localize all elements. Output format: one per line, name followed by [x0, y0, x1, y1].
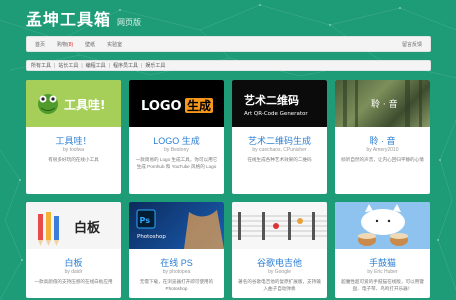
- crumb-separator: |: [54, 62, 56, 69]
- tool-card-toolwa[interactable]: 工具哇! 工具哇！ by toolwa 有很多好玩的在线小工具: [26, 80, 121, 194]
- card-description: 无需下载，在浏览器打开即可使用的 Photoshop: [139, 279, 214, 291]
- nav-item-home[interactable]: 首页: [35, 41, 45, 48]
- nav-item-shopping[interactable]: 购物(8): [57, 41, 73, 48]
- nav-item-shopping-label: 购物: [57, 41, 68, 48]
- thumb-label-b: Art QR-Code Generator: [244, 111, 308, 117]
- tool-card-bongo-cat[interactable]: 手鼓猫 by Eric Huber 超魔性超可爱的手鼓猫在线版，可以用键盘、电子…: [335, 202, 430, 298]
- tool-card-nature-sound[interactable]: 聆 · 音 聆 · 音 by Amery2010 倾听自然的声音，让内心回归平静…: [335, 80, 430, 194]
- crumb-label: 娱乐工具: [145, 63, 166, 69]
- thumb-label-a: 艺术二维码: [244, 93, 299, 107]
- thumb-label: 聆 · 音: [371, 98, 398, 110]
- nav-item-lab[interactable]: 实验室: [107, 41, 122, 48]
- card-description: 一款简易的 Logo 生成工具，你可以用它生成 Pornhub 和 YouTub…: [135, 157, 218, 169]
- tool-card-logo-generator[interactable]: LOGO 生成 LOGO 生成 by Bestony 一款简易的 Logo 生成…: [129, 80, 224, 194]
- card-thumbnail: [232, 202, 327, 249]
- thumb-label-a: LOGO: [141, 99, 182, 114]
- crumb-coding-tools[interactable]: 编程工具 |: [85, 62, 113, 70]
- card-description: 在线生成各种艺术效果的二维码: [247, 157, 312, 162]
- thumb-label: 工具哇!: [64, 97, 105, 112]
- qrcode-thumb-art: 艺术二维码 Art QR-Code Generator: [244, 93, 308, 117]
- thumb-label: 白板: [74, 220, 101, 236]
- category-breadcrumb: 所有工具 | 站长工具 | 编程工具 | 程序员工具 | 娱乐工具: [26, 60, 431, 71]
- card-author: by toolwa: [62, 147, 85, 153]
- card-author: by Google: [268, 269, 291, 275]
- card-author: by cuechaos, CPunisher: [252, 147, 307, 153]
- card-author: by daidr: [64, 269, 83, 275]
- card-thumbnail: Ps Photoshop: [129, 202, 224, 249]
- thumb-label-b: Photoshop: [137, 234, 166, 240]
- crumb-webmaster-tools[interactable]: 站长工具 |: [58, 62, 85, 70]
- card-title[interactable]: 艺术二维码生成: [232, 134, 327, 147]
- nav-item-wallpaper[interactable]: 壁纸: [85, 41, 95, 48]
- bongo-cat-icon: [358, 204, 408, 246]
- site-header: 孟坤工具箱 网页版: [26, 6, 141, 32]
- crumb-all-tools[interactable]: 所有工具 |: [31, 62, 58, 70]
- tool-card-google-guitar[interactable]: 谷歌电吉他 by Google 著名的谷歌电吉他的复原扩展版，支持输入曲子自动弹…: [232, 202, 327, 298]
- card-thumbnail: 艺术二维码 Art QR-Code Generator: [232, 80, 327, 127]
- crumb-label: 编程工具: [85, 63, 106, 69]
- tool-card-whiteboard[interactable]: 白板 白板 by daidr 一款高颜值的支持压感的在线白板应用: [26, 202, 121, 298]
- card-thumbnail: 白板: [26, 202, 121, 249]
- top-nav: 首页 购物(8) 壁纸 实验室 留言反馈: [26, 36, 431, 52]
- card-author: by Eric Huber: [367, 269, 398, 275]
- crumb-fun-tools[interactable]: 娱乐工具: [145, 62, 165, 69]
- card-description: 有很多好玩的在线小工具: [48, 157, 99, 162]
- card-thumbnail: LOGO 生成: [129, 80, 224, 127]
- crumb-separator: |: [81, 62, 83, 69]
- card-title[interactable]: 手鼓猫: [335, 256, 430, 269]
- crumb-programmer-tools[interactable]: 程序员工具 |: [112, 62, 145, 70]
- card-description: 一款高颜值的支持压感的在线白板应用: [34, 279, 113, 284]
- card-title[interactable]: 工具哇！: [26, 134, 121, 147]
- tool-card-online-ps[interactable]: Ps Photoshop 在线 PS by photopea 无需下载，在浏览器…: [129, 202, 224, 298]
- shopping-count-badge: (8): [67, 41, 74, 48]
- crumb-label: 站长工具: [58, 63, 79, 69]
- thumb-label-b: 生成: [187, 98, 211, 113]
- card-author: by Amery2010: [366, 147, 399, 153]
- card-description: 倾听自然的声音，让内心回归平静的心情: [341, 157, 424, 162]
- tool-card-grid: 工具哇! 工具哇！ by toolwa 有很多好玩的在线小工具 LOGO 生成 …: [26, 80, 431, 194]
- logo-thumb-art: LOGO 生成: [141, 98, 213, 114]
- card-description: 超魔性超可爱的手鼓猫在线版，可以用键盘、电子琴、鸟鸣打开乐器！: [341, 279, 424, 291]
- crumb-label: 所有工具: [31, 63, 52, 69]
- site-subtitle: 网页版: [117, 18, 142, 27]
- card-thumbnail: [335, 202, 430, 249]
- card-thumbnail: 工具哇!: [26, 80, 121, 127]
- card-title[interactable]: 聆 · 音: [335, 134, 430, 147]
- pencils-thumb-art: 白板: [38, 212, 101, 246]
- crumb-separator: |: [108, 62, 110, 69]
- crumb-label: 程序员工具: [112, 63, 138, 69]
- card-author: by photopea: [162, 269, 191, 275]
- card-description: 著名的谷歌电吉他的复原扩展版，支持输入曲子自动弹奏: [238, 279, 321, 291]
- photoshop-icon: Ps Photoshop: [136, 209, 224, 249]
- card-title[interactable]: 谷歌电吉他: [232, 256, 327, 269]
- forest-thumb-art: 聆 · 音: [343, 80, 422, 127]
- tool-card-grid-row2: 白板 白板 by daidr 一款高颜值的支持压感的在线白板应用 Ps Phot…: [26, 202, 431, 298]
- card-title[interactable]: LOGO 生成: [129, 134, 224, 147]
- frog-icon: 工具哇!: [38, 94, 105, 114]
- site-title[interactable]: 孟坤工具箱: [26, 6, 111, 30]
- card-thumbnail: 聆 · 音: [335, 80, 430, 127]
- thumb-label-a: Ps: [140, 216, 151, 225]
- crumb-separator: |: [141, 62, 143, 69]
- guitar-strings-icon: [232, 212, 327, 240]
- nav-item-feedback[interactable]: 留言反馈: [402, 41, 422, 48]
- card-title[interactable]: 在线 PS: [129, 256, 224, 269]
- card-author: by Bestony: [164, 147, 189, 153]
- card-title[interactable]: 白板: [26, 256, 121, 269]
- tool-card-art-qrcode[interactable]: 艺术二维码 Art QR-Code Generator 艺术二维码生成 by c…: [232, 80, 327, 194]
